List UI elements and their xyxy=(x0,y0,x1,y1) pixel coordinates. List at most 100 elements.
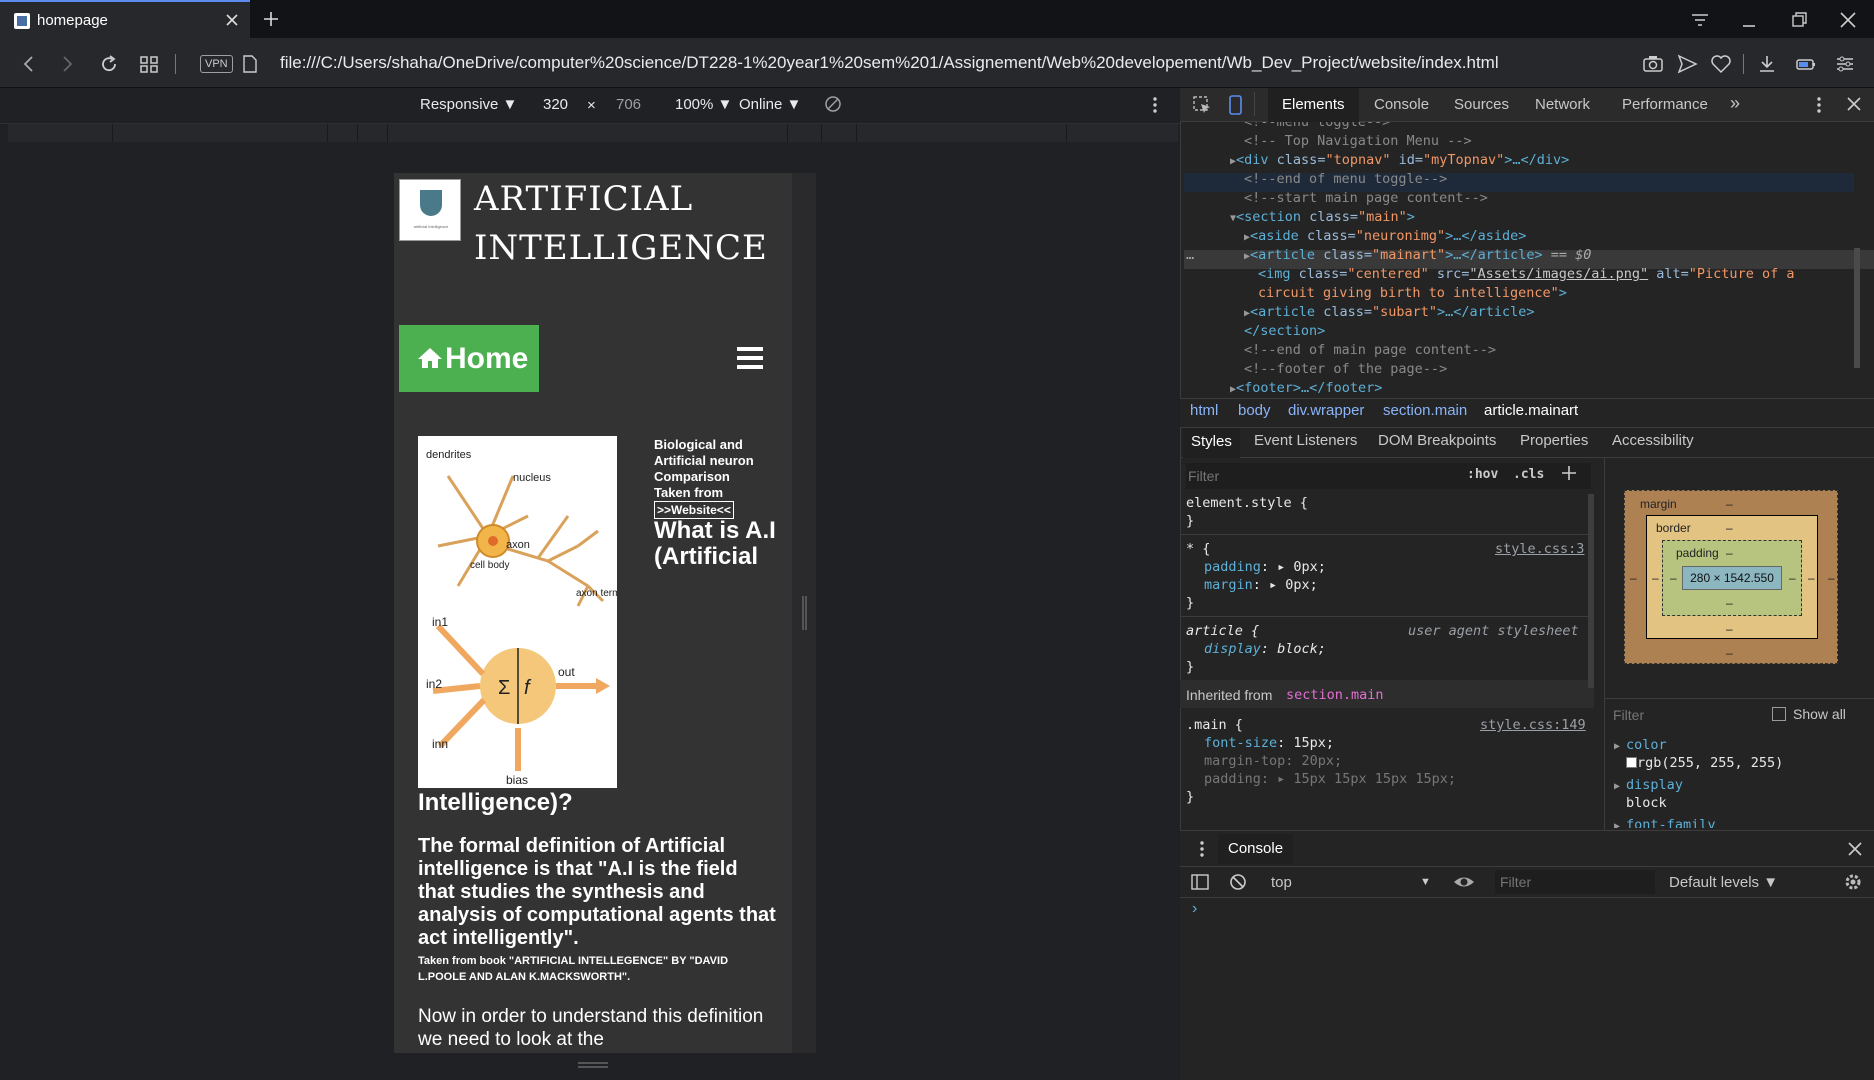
forward-icon[interactable] xyxy=(54,51,80,77)
style-declaration[interactable]: font-size: 15px; xyxy=(1204,734,1334,752)
dom-node[interactable]: <!--start main page content--> xyxy=(1244,189,1488,208)
hamburger-menu-icon[interactable] xyxy=(737,347,763,369)
dom-node[interactable]: ▶<article class="subart">…</article> xyxy=(1244,303,1535,323)
log-levels-select[interactable]: Default levels ▼ xyxy=(1669,874,1778,891)
inherited-selector[interactable]: section.main xyxy=(1286,686,1384,704)
tab-network[interactable]: Network xyxy=(1535,96,1590,113)
box-model-content[interactable]: 280 × 1542.550 xyxy=(1682,566,1782,590)
breadcrumb-body[interactable]: body xyxy=(1238,402,1271,419)
dom-node[interactable]: ▼<section class="main"> xyxy=(1230,208,1415,228)
media-query-segment[interactable] xyxy=(788,124,822,142)
resize-handle-right[interactable] xyxy=(802,596,807,630)
breadcrumb-section-main[interactable]: section.main xyxy=(1383,402,1467,419)
inspect-element-icon[interactable] xyxy=(1192,95,1212,115)
minimize-icon[interactable] xyxy=(1737,8,1761,32)
breadcrumb-html[interactable]: html xyxy=(1190,402,1218,419)
devtools-menu-icon[interactable] xyxy=(1814,95,1824,115)
restore-icon[interactable] xyxy=(1787,8,1811,32)
media-query-segment[interactable] xyxy=(328,124,358,142)
rule-article[interactable]: article { xyxy=(1186,622,1259,640)
device-width-input[interactable]: 320 xyxy=(543,96,568,113)
show-all-checkbox[interactable] xyxy=(1772,707,1786,721)
reload-icon[interactable] xyxy=(96,51,122,77)
speed-dial-icon[interactable] xyxy=(136,51,162,77)
style-declaration[interactable]: padding: ▸ 0px; xyxy=(1204,558,1326,576)
tab-event-listeners[interactable]: Event Listeners xyxy=(1254,432,1357,449)
media-query-segment[interactable] xyxy=(113,124,328,142)
site-logo[interactable]: artificial intelligence xyxy=(399,179,461,241)
more-tabs-icon[interactable]: » xyxy=(1730,93,1740,114)
resize-handle-bottom[interactable] xyxy=(578,1062,608,1068)
context-select[interactable]: top xyxy=(1271,874,1292,891)
styles-filter-input[interactable] xyxy=(1188,465,1448,487)
dom-node[interactable]: <!--end of menu toggle--> xyxy=(1244,170,1447,189)
new-style-rule-icon[interactable] xyxy=(1560,464,1578,482)
device-height-input[interactable]: 706 xyxy=(616,96,641,113)
media-query-segment[interactable] xyxy=(857,124,1067,142)
media-query-segment[interactable] xyxy=(358,124,388,142)
close-drawer-icon[interactable] xyxy=(1846,840,1864,858)
device-more-icon[interactable] xyxy=(1150,95,1160,115)
address-input[interactable]: file:///C:/Users/shaha/OneDrive/computer… xyxy=(280,53,1499,73)
computed-font-family[interactable]: ▶ font-family xyxy=(1614,816,1715,828)
browser-tab[interactable]: homepage xyxy=(0,0,250,38)
console-sidebar-icon[interactable] xyxy=(1190,872,1210,892)
dom-node-continued[interactable]: circuit giving birth to intelligence"> xyxy=(1258,284,1567,303)
easy-setup-icon[interactable] xyxy=(1833,52,1857,76)
dom-node[interactable]: <!--menu toggle--> xyxy=(1244,122,1390,132)
back-icon[interactable] xyxy=(16,51,42,77)
live-expression-eye-icon[interactable] xyxy=(1452,873,1476,891)
cls-toggle[interactable]: .cls xyxy=(1513,467,1544,482)
tab-accessibility[interactable]: Accessibility xyxy=(1612,432,1694,449)
home-nav-button[interactable]: Home xyxy=(399,325,539,392)
send-icon[interactable] xyxy=(1675,52,1699,76)
vpn-badge[interactable]: VPN xyxy=(200,55,233,73)
drawer-tab-console[interactable]: Console xyxy=(1218,834,1294,864)
rotate-icon[interactable] xyxy=(823,94,843,114)
media-query-segment[interactable] xyxy=(822,124,857,142)
tab-styles[interactable]: Styles xyxy=(1183,428,1240,458)
drawer-menu-icon[interactable] xyxy=(1198,840,1206,858)
new-tab-icon[interactable] xyxy=(260,8,282,30)
snapshot-icon[interactable] xyxy=(1641,52,1665,76)
computed-color[interactable]: ▶ color xyxy=(1614,736,1667,756)
rule-universal-selector[interactable]: * { xyxy=(1186,540,1210,558)
rule-main[interactable]: .main { xyxy=(1186,716,1243,734)
dom-node[interactable]: ▶<aside class="neuronimg">…</aside> xyxy=(1244,227,1526,247)
styles-scrollbar[interactable] xyxy=(1588,494,1594,688)
context-dropdown-icon[interactable]: ▼ xyxy=(1420,876,1431,888)
dom-node-dots[interactable]: … xyxy=(1186,246,1194,265)
tab-dom-breakpoints[interactable]: DOM Breakpoints xyxy=(1378,432,1496,449)
device-toggle-icon[interactable] xyxy=(1226,94,1244,116)
dom-node[interactable]: ▶<footer>…</footer> xyxy=(1230,379,1382,394)
dom-node[interactable]: </section> xyxy=(1244,322,1325,341)
battery-saver-icon[interactable] xyxy=(1794,52,1818,76)
computed-filter-input[interactable] xyxy=(1613,704,1753,726)
style-declaration-inactive[interactable]: margin-top: 20px; xyxy=(1204,752,1342,770)
style-declaration[interactable]: margin: ▸ 0px; xyxy=(1204,576,1318,594)
rule-element-style[interactable]: element.style { xyxy=(1186,494,1308,512)
tab-performance[interactable]: Performance xyxy=(1622,96,1708,113)
tab-sources[interactable]: Sources xyxy=(1454,96,1509,113)
dom-node-selected[interactable]: ▶<article class="mainart">…</article> ==… xyxy=(1244,246,1591,266)
zoom-select[interactable]: 100% ▼ xyxy=(675,96,732,113)
console-prompt[interactable]: › xyxy=(1192,900,1197,918)
dom-scrollbar[interactable] xyxy=(1854,248,1860,368)
close-devtools-icon[interactable] xyxy=(1845,95,1863,113)
breadcrumb-article-mainart[interactable]: article.mainart xyxy=(1484,402,1578,419)
console-filter-input[interactable] xyxy=(1500,871,1650,893)
style-source-link[interactable]: style.css:149 xyxy=(1480,716,1586,734)
tab-elements[interactable]: Elements xyxy=(1268,88,1359,122)
style-source-link[interactable]: style.css:3 xyxy=(1495,540,1584,558)
heart-icon[interactable] xyxy=(1709,52,1733,76)
breadcrumb-div-wrapper[interactable]: div.wrapper xyxy=(1288,402,1364,419)
throttle-select[interactable]: Online ▼ xyxy=(739,96,801,113)
tab-console[interactable]: Console xyxy=(1374,96,1429,113)
dom-node[interactable]: ▶<div class="topnav" id="myTopnav">…</di… xyxy=(1230,151,1569,171)
hov-toggle[interactable]: :hov xyxy=(1467,467,1498,482)
media-query-segment[interactable] xyxy=(8,124,113,142)
tab-properties[interactable]: Properties xyxy=(1520,432,1588,449)
color-swatch[interactable] xyxy=(1626,757,1637,768)
tab-menu-icon[interactable] xyxy=(1688,8,1712,32)
close-window-icon[interactable] xyxy=(1836,8,1860,32)
